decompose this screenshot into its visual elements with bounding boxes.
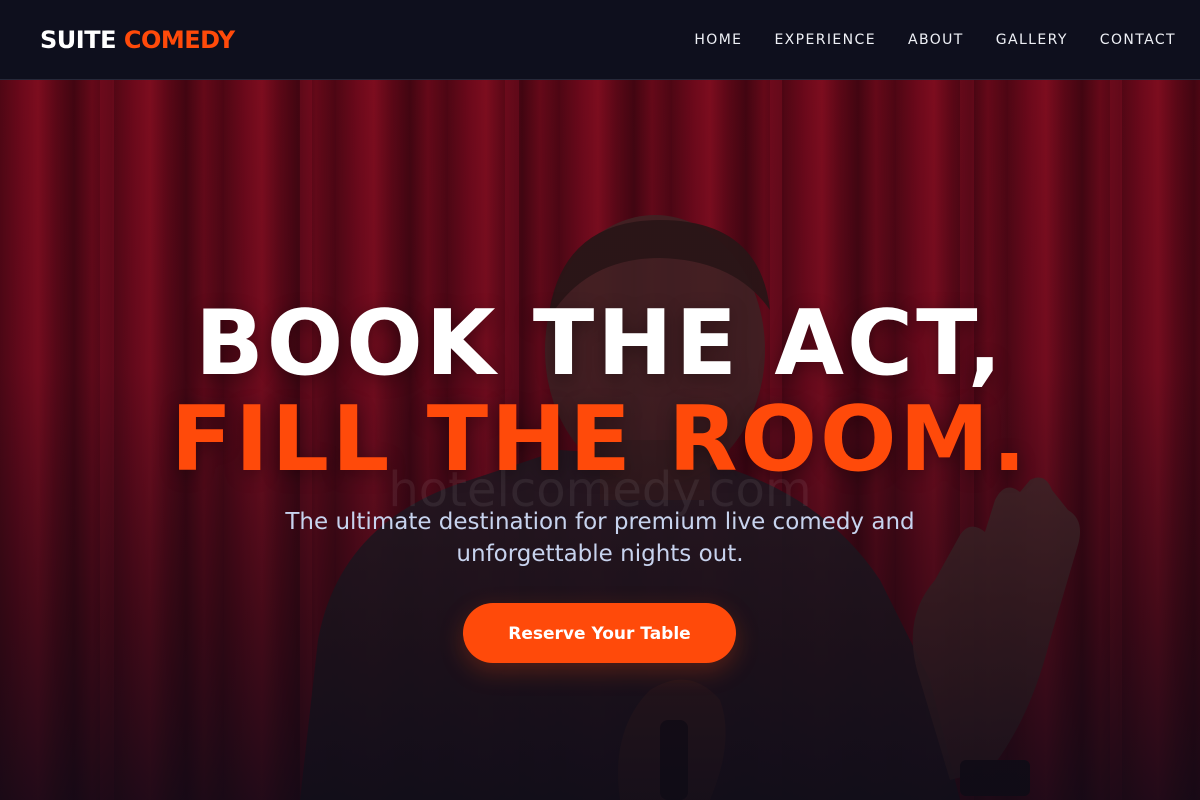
hero-content: hotelcomedy.com BOOK THE ACT, FILL THE R… [0, 80, 1200, 800]
nav-links: HOME EXPERIENCE ABOUT GALLERY CONTACT [694, 0, 1176, 80]
nav-link-home[interactable]: HOME [694, 32, 742, 48]
logo-text-comedy: COMEDY [123, 26, 235, 54]
nav-link-contact[interactable]: CONTACT [1100, 32, 1176, 48]
logo-text-suite: SUITE [40, 26, 116, 54]
reserve-table-button[interactable]: Reserve Your Table [463, 603, 736, 663]
hero-subtitle: The ultimate destination for premium liv… [285, 509, 915, 567]
nav-link-gallery[interactable]: GALLERY [996, 32, 1068, 48]
hero-headline-line-1: BOOK THE ACT, [195, 291, 1005, 396]
site-logo[interactable]: SUITE COMEDY [40, 24, 235, 56]
nav-link-experience[interactable]: EXPERIENCE [774, 32, 876, 48]
top-navbar: SUITE COMEDY HOME EXPERIENCE ABOUT GALLE… [0, 0, 1200, 80]
hero-section: hotelcomedy.com BOOK THE ACT, FILL THE R… [0, 80, 1200, 800]
nav-link-about[interactable]: ABOUT [908, 32, 964, 48]
hero-headline-line-2: FILL THE ROOM. [170, 387, 1030, 492]
